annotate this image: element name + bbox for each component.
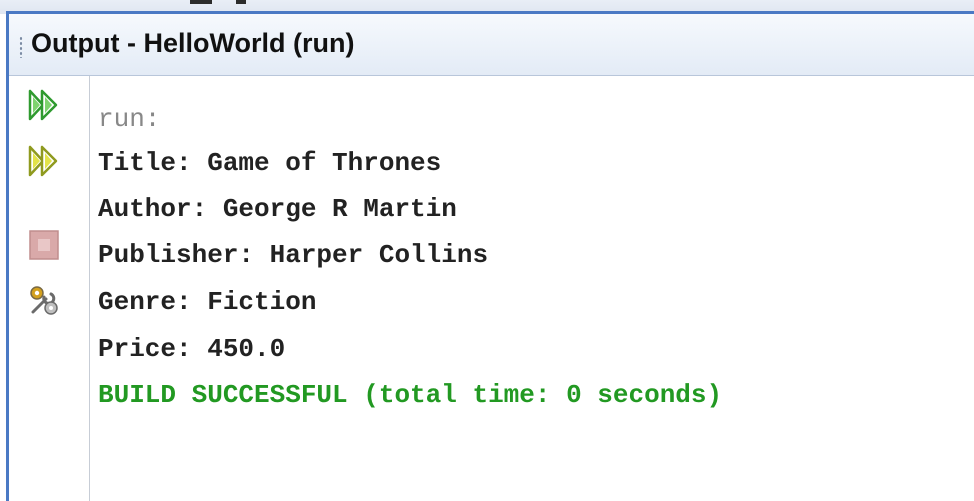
clipped-text-fragment bbox=[236, 0, 246, 4]
output-title: Output - HelloWorld (run) bbox=[31, 28, 355, 58]
rerun-button[interactable] bbox=[27, 88, 61, 122]
console-line: Price: 450.0 bbox=[98, 334, 286, 364]
stop-icon bbox=[29, 230, 59, 260]
output-window: Output - HelloWorld (run) run: Title: Ga… bbox=[0, 0, 974, 501]
console-output[interactable]: run: Title: Game of Thrones Author: Geor… bbox=[90, 76, 974, 501]
console-line: Publisher: Harper Collins bbox=[98, 240, 489, 270]
console-line: Genre: Fiction bbox=[98, 287, 317, 317]
console-line-run: run: bbox=[98, 104, 161, 134]
console-line: Title: Game of Thrones bbox=[98, 148, 442, 178]
double-chevron-right-icon bbox=[28, 145, 58, 177]
drag-grip-icon[interactable] bbox=[19, 36, 23, 58]
clipped-text-fragment bbox=[190, 0, 212, 4]
wrench-gear-icon bbox=[30, 286, 58, 315]
settings-button[interactable] bbox=[27, 284, 61, 318]
output-tab-header[interactable]: Output - HelloWorld (run) bbox=[9, 14, 974, 76]
rerun-with-params-button[interactable] bbox=[27, 144, 61, 178]
stop-button[interactable] bbox=[27, 228, 61, 262]
output-toolbar bbox=[9, 76, 90, 501]
console-line: Author: George R Martin bbox=[98, 194, 457, 224]
build-status-line: BUILD SUCCESSFUL (total time: 0 seconds) bbox=[98, 380, 723, 410]
double-chevron-right-icon bbox=[28, 89, 58, 121]
